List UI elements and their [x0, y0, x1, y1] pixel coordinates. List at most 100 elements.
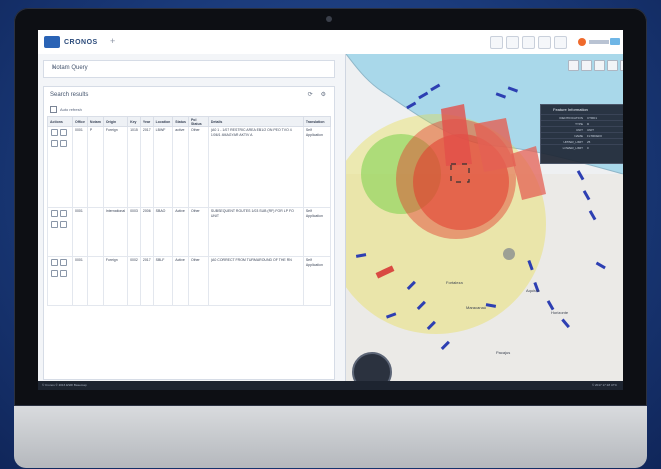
column-header[interactable]: Translation	[302, 116, 332, 127]
column-header[interactable]: Year	[139, 116, 154, 127]
feature-value: 0	[587, 145, 589, 150]
table-cell: 0001	[72, 207, 88, 257]
checkbox-label: Auto refresh	[60, 107, 82, 112]
user-badge	[610, 38, 620, 45]
feature-row: LOWER_LIMIT 0	[541, 144, 623, 150]
measure-icon[interactable]	[581, 60, 592, 71]
marker	[503, 248, 515, 260]
column-header[interactable]: Origin	[102, 116, 129, 127]
chevron-down-icon[interactable]: ▾	[52, 64, 328, 71]
table-cell: Foreign	[102, 126, 129, 208]
feature-value: D	[587, 121, 590, 126]
column-header[interactable]: Location	[152, 116, 174, 127]
table-cell: SBLF	[152, 256, 174, 306]
column-header[interactable]: Notam	[86, 116, 104, 127]
row-action-icon[interactable]	[51, 210, 58, 217]
feature-value: 25	[587, 139, 591, 144]
map-label-4: Horizonte	[551, 310, 569, 315]
column-header[interactable]: Status	[172, 116, 189, 127]
map-label-1: Fortaleza	[446, 280, 463, 285]
table-cell: Foreign	[102, 256, 129, 306]
home-icon[interactable]	[538, 36, 551, 49]
column-header[interactable]: Details	[207, 116, 304, 127]
draw-icon[interactable]	[594, 60, 605, 71]
column-header[interactable]: Key	[127, 116, 141, 127]
table-cell: 0001	[72, 126, 88, 208]
map-label-2: Maracanaú	[466, 305, 486, 310]
map-view[interactable]: Fortaleza Maracanaú Aquiraz Horizonte Pa…	[346, 54, 623, 381]
table-cell: 2006	[139, 207, 154, 257]
table-cell: 2017	[139, 126, 154, 208]
table-cell: Active	[172, 207, 189, 257]
feature-key: NAME	[574, 133, 583, 138]
table-cell: 0001	[72, 256, 88, 306]
table-cell: (A0 CORRECT FROM TURMAROUND OF THE RN	[207, 256, 304, 306]
row-actions[interactable]	[47, 207, 73, 257]
row-actions[interactable]	[47, 126, 73, 208]
column-header[interactable]: Office	[72, 116, 88, 127]
table-row[interactable]: 0001 Foreign 0002 2017 SBLF Active Other (A0 CO…	[47, 256, 332, 306]
table-cell: P	[86, 126, 104, 208]
table-cell: Self Application	[302, 126, 332, 208]
table-cell: (A0 1 - 1/07 RESTRIC AREA EB1/2 ON PEO T…	[207, 126, 304, 208]
status-right: © 2017 17:18 UTC	[591, 383, 617, 387]
table-body: 0001 P Foreign 1015 2017 LBWF active Other (A0 1…	[47, 126, 332, 306]
table-cell: 0003	[127, 207, 141, 257]
results-actions: ⟳ ⚙	[308, 91, 326, 98]
table-cell: 0002	[127, 256, 141, 306]
grid-icon[interactable]	[506, 36, 519, 49]
feature-key: UNIT	[576, 127, 583, 132]
table-cell: 2017	[139, 256, 154, 306]
row-actions[interactable]	[47, 256, 73, 306]
left-panel: Notam Query ▾ Search results ⟳ ⚙ Auto re…	[38, 54, 346, 381]
fullscreen-icon[interactable]	[620, 60, 623, 71]
feature-key: LOWER_LIMIT	[562, 145, 583, 150]
column-header[interactable]: Pol Status	[187, 116, 209, 127]
map-tools	[568, 60, 623, 71]
row-action-icon[interactable]	[60, 259, 67, 266]
row-action-icon[interactable]	[51, 259, 58, 266]
zoom-icon[interactable]	[568, 60, 579, 71]
table-row[interactable]: 0001 P Foreign 1015 2017 LBWF active Other (A0 1…	[47, 126, 332, 208]
row-action-icon[interactable]	[51, 270, 58, 277]
column-header[interactable]: Actions	[47, 116, 73, 127]
app-screen: CRONOS + Notam Query ▾ Search results ⟳ …	[38, 30, 623, 390]
status-left: © Cronos © 2016 ESRI Basemap	[42, 383, 87, 387]
auto-refresh-checkbox[interactable]: Auto refresh	[50, 106, 82, 113]
table-cell: Self Application	[302, 207, 332, 257]
table-cell: Other	[187, 256, 209, 306]
row-action-icon[interactable]	[60, 270, 67, 277]
settings-icon[interactable]	[554, 36, 567, 49]
row-action-icon[interactable]	[60, 221, 67, 228]
row-action-icon[interactable]	[60, 129, 67, 136]
brand-name: CRONOS	[64, 38, 98, 46]
table-cell: International	[102, 207, 129, 257]
table-cell: active	[172, 126, 189, 208]
window-icon[interactable]	[522, 36, 535, 49]
feature-key: UPPER_LIMIT	[563, 139, 583, 144]
feature-key: IDENTIFICATION	[559, 115, 583, 120]
add-tab-icon[interactable]: +	[110, 36, 115, 46]
feature-value: UNIT	[587, 127, 594, 132]
table-cell: Other	[187, 126, 209, 208]
table-row[interactable]: 0001 International 0003 2006 SBAO Active Other…	[47, 207, 332, 257]
row-action-icon[interactable]	[51, 221, 58, 228]
refresh-icon[interactable]: ⟳	[308, 91, 313, 98]
settings-icon[interactable]: ⚙	[321, 91, 326, 98]
row-action-icon[interactable]	[60, 210, 67, 217]
table-cell: 1015	[127, 126, 141, 208]
table-cell: Active	[172, 256, 189, 306]
user-name[interactable]	[589, 40, 609, 44]
row-action-icon[interactable]	[51, 140, 58, 147]
layers-icon[interactable]	[490, 36, 503, 49]
brand[interactable]: CRONOS	[44, 36, 98, 48]
user-avatar[interactable]	[578, 38, 586, 46]
query-selector[interactable]: Notam Query ▾	[43, 60, 335, 78]
basemap-icon[interactable]	[607, 60, 618, 71]
row-action-icon[interactable]	[60, 140, 67, 147]
monitor: CRONOS + Notam Query ▾ Search results ⟳ …	[14, 8, 647, 468]
feature-panel-title: Feature Information	[553, 107, 588, 112]
row-action-icon[interactable]	[51, 129, 58, 136]
checkbox-box[interactable]	[50, 106, 57, 113]
table-cell: SUBSEQUENT ROUTES 1/03 SUB (RF) FOR LP F…	[207, 207, 304, 257]
